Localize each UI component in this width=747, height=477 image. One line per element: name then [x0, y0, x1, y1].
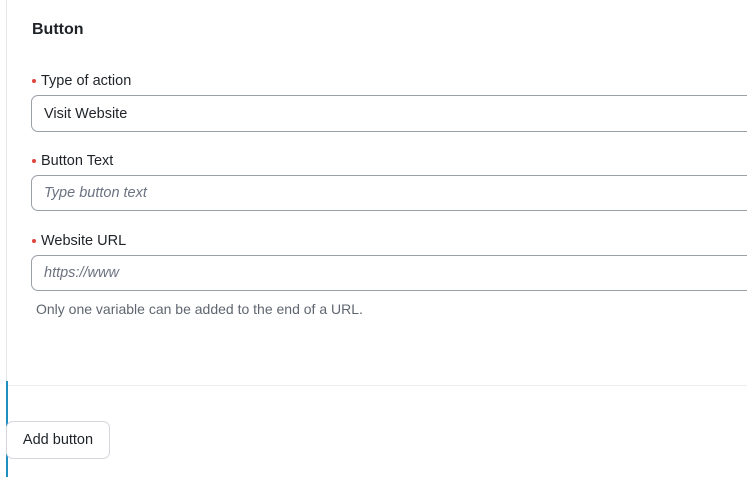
button-text-label-text: Button Text: [41, 153, 114, 169]
website-url-input[interactable]: [31, 255, 747, 291]
action-type-select[interactable]: Visit Website: [31, 95, 747, 132]
left-border: [6, 0, 7, 381]
url-helper-text: Only one variable can be added to the en…: [36, 301, 363, 317]
required-indicator: [32, 79, 36, 83]
required-indicator: [32, 239, 36, 243]
website-url-label: Website URL: [32, 233, 126, 249]
required-indicator: [32, 159, 36, 163]
button-text-label: Button Text: [32, 153, 113, 169]
section-divider: [8, 385, 747, 386]
action-type-label-text: Type of action: [41, 73, 132, 89]
action-type-selected-value: Visit Website: [44, 105, 128, 122]
button-text-input[interactable]: [31, 175, 747, 211]
website-url-label-text: Website URL: [41, 233, 127, 249]
action-type-label: Type of action: [32, 73, 131, 89]
section-title: Button: [32, 21, 84, 38]
add-button[interactable]: Add button: [6, 421, 110, 459]
